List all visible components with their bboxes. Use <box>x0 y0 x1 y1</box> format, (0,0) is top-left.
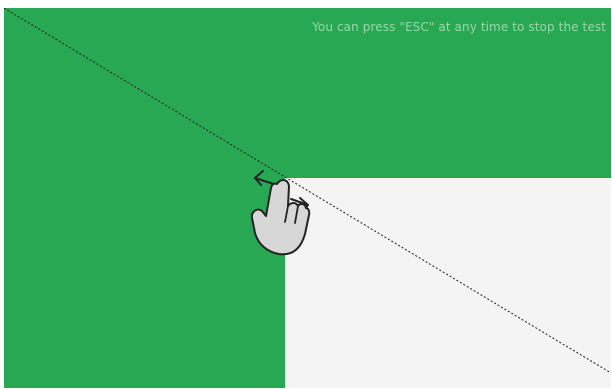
swipe-right-arrowhead <box>299 197 309 213</box>
hand-swipe-icon <box>250 170 311 256</box>
swipe-right-arrow <box>290 198 309 206</box>
revealed-white-area <box>285 178 611 388</box>
hand-shape <box>250 179 311 256</box>
diagonal-swipe-guide <box>4 8 611 374</box>
swipe-left-arrow <box>254 177 281 187</box>
finger-crease-2 <box>294 205 299 224</box>
display-test-screen[interactable]: You can press "ESC" at any time to stop … <box>4 8 611 388</box>
finger-crease-1 <box>284 205 289 223</box>
display-test-canvas <box>4 8 611 388</box>
display-test-stage[interactable]: You can press "ESC" at any time to stop … <box>4 8 611 388</box>
esc-hint-text: You can press "ESC" at any time to stop … <box>312 20 606 34</box>
green-background <box>4 8 611 388</box>
swipe-left-arrowhead <box>254 170 264 186</box>
